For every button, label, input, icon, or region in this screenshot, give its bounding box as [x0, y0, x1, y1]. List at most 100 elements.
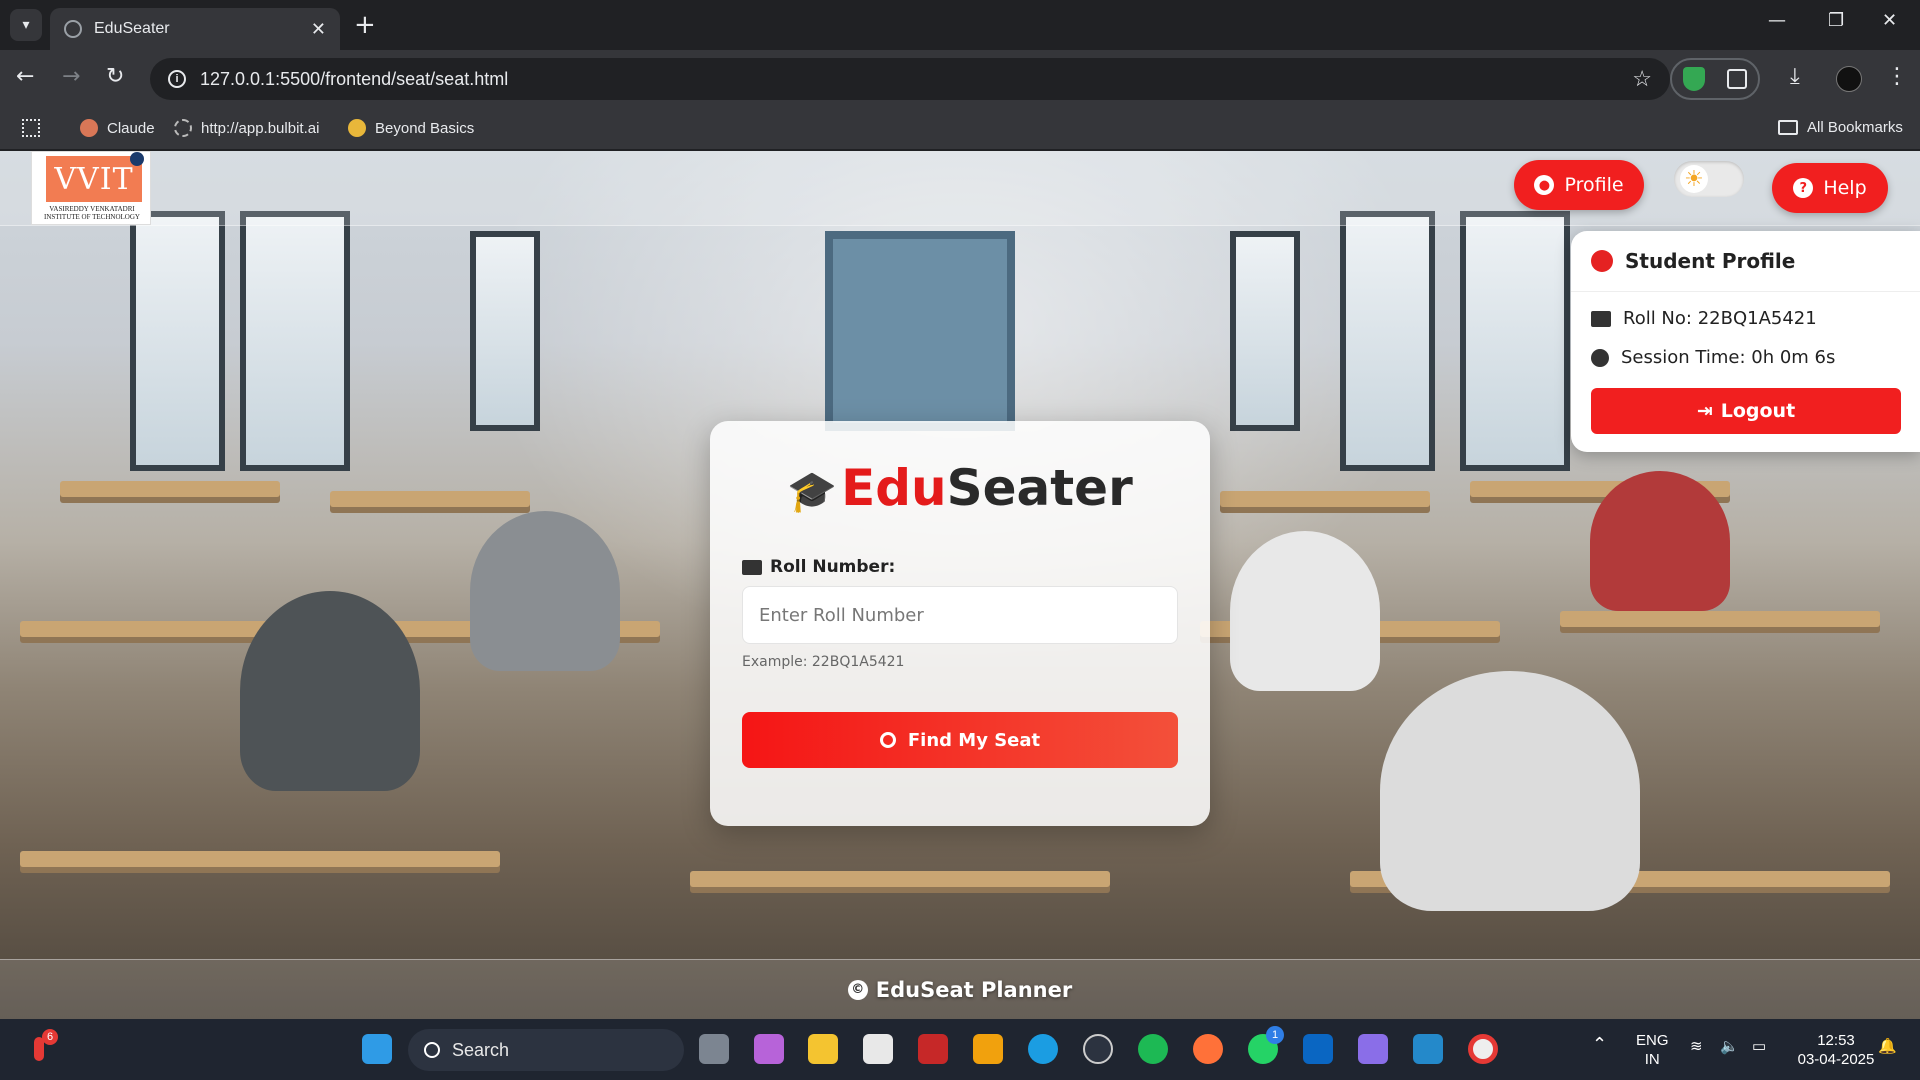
desk-image: [690, 871, 1110, 887]
find-my-seat-button[interactable]: Find My Seat: [742, 712, 1178, 768]
mcafee-icon[interactable]: [918, 1034, 948, 1064]
chevron-up-icon[interactable]: ⌃: [1592, 1035, 1607, 1054]
url-bar[interactable]: i 127.0.0.1:5500/frontend/seat/seat.html…: [150, 58, 1670, 100]
weather-icon[interactable]: 6: [28, 1029, 58, 1065]
download-icon[interactable]: ⤓: [1790, 64, 1800, 89]
roll-number-row: Roll No: 22BQ1A5421: [1591, 308, 1817, 329]
desk-image: [1560, 611, 1880, 627]
all-bookmarks-label: All Bookmarks: [1807, 119, 1903, 136]
volume-icon[interactable]: 🔈: [1720, 1037, 1739, 1056]
student-image: [1230, 531, 1380, 691]
apps-grid-icon[interactable]: [22, 119, 40, 137]
window-image: [1460, 211, 1570, 471]
roll-number-input[interactable]: [742, 586, 1178, 644]
wifi-icon[interactable]: ≋: [1690, 1037, 1703, 1056]
window-image: [130, 211, 225, 471]
copilot-icon[interactable]: [754, 1034, 784, 1064]
firefox-icon[interactable]: [1193, 1034, 1223, 1064]
bookmark-bulbit[interactable]: http://app.bulbit.ai: [174, 119, 319, 137]
roll-number-hint: Example: 22BQ1A5421: [742, 654, 905, 670]
logo-emblem-icon: [130, 152, 144, 166]
help-button-label: Help: [1823, 177, 1867, 199]
id-card-icon: [1591, 310, 1611, 327]
roll-number-label: Roll Number:: [742, 557, 895, 577]
desk-image: [20, 851, 500, 867]
dell-icon[interactable]: [1083, 1034, 1113, 1064]
file-explorer-icon[interactable]: [808, 1034, 838, 1064]
shield-extension-icon[interactable]: [1683, 67, 1705, 91]
whatsapp-icon[interactable]: 1: [1248, 1026, 1284, 1064]
classroom-door-image: [825, 231, 1015, 431]
browser-tab[interactable]: EduSeater ✕: [50, 8, 340, 50]
page-background: VVIT VASIREDDY VENKATADRI INSTITUTE OF T…: [0, 151, 1920, 1019]
student-image: [1380, 671, 1640, 911]
profile-button[interactable]: ● Profile: [1514, 160, 1644, 210]
logo-subtitle: VASIREDDY VENKATADRI INSTITUTE OF TECHNO…: [44, 205, 140, 221]
window-close-icon[interactable]: ✕: [1882, 10, 1897, 31]
folder-icon: [1778, 120, 1798, 135]
taskbar-search-label: Search: [452, 1039, 510, 1060]
notification-bell-icon[interactable]: 🔔: [1878, 1037, 1897, 1056]
all-bookmarks[interactable]: All Bookmarks: [1778, 119, 1903, 136]
find-my-seat-label: Find My Seat: [907, 729, 1041, 751]
search-icon: [424, 1042, 440, 1058]
address-bar-row: ← → ↻ i 127.0.0.1:5500/frontend/seat/sea…: [0, 50, 1920, 108]
language-indicator[interactable]: ENG IN: [1636, 1031, 1669, 1069]
time-text: 12:53: [1817, 1032, 1855, 1049]
bookmark-beyond-basics[interactable]: Beyond Basics: [348, 119, 474, 137]
browser-tab-bar: ▾ EduSeater ✕ + — ❐ ✕: [0, 0, 1920, 50]
new-tab-button[interactable]: +: [354, 10, 376, 40]
vvit-logo[interactable]: VVIT VASIREDDY VENKATADRI INSTITUTE OF T…: [31, 151, 151, 225]
student-image: [1590, 471, 1730, 611]
windows-start-icon[interactable]: [362, 1034, 392, 1064]
sun-icon: ☀: [1680, 165, 1708, 193]
clock[interactable]: 12:53 03-04-2025: [1786, 1031, 1886, 1069]
id-card-icon: [742, 559, 762, 575]
session-time-text: Session Time: 0h 0m 6s: [1621, 347, 1836, 368]
vscode-icon[interactable]: [1413, 1034, 1443, 1064]
session-time-row: Session Time: 0h 0m 6s: [1591, 347, 1835, 368]
help-button[interactable]: ? Help: [1772, 163, 1888, 213]
taskbar-search[interactable]: Search: [408, 1029, 684, 1071]
edge-icon[interactable]: [1028, 1034, 1058, 1064]
seat-finder-card: 🎓EduSeater Roll Number: Example: 22BQ1A5…: [710, 421, 1210, 826]
student-image: [240, 591, 420, 791]
badge-app-icon[interactable]: [973, 1034, 1003, 1064]
bookmarks-bar: Claude http://app.bulbit.ai Beyond Basic…: [0, 108, 1920, 150]
minimize-icon[interactable]: —: [1768, 10, 1786, 31]
restore-icon[interactable]: ❐: [1828, 10, 1844, 31]
logout-icon: ⇥: [1696, 400, 1713, 422]
menu-icon[interactable]: ⋮: [1886, 64, 1908, 89]
linkedin-icon[interactable]: [1303, 1034, 1333, 1064]
desk-image: [60, 481, 280, 497]
site-info-icon[interactable]: i: [168, 70, 186, 88]
logout-button[interactable]: ⇥ Logout: [1591, 388, 1901, 434]
clipchamp-icon[interactable]: [1358, 1034, 1388, 1064]
window-image: [470, 231, 540, 431]
task-view-icon[interactable]: [699, 1034, 729, 1064]
back-icon[interactable]: ←: [16, 64, 34, 89]
footer-text: EduSeat Planner: [875, 977, 1073, 1002]
divider: [1571, 291, 1920, 292]
theme-toggle[interactable]: ☀: [1674, 161, 1744, 197]
user-icon: ●: [1534, 175, 1555, 195]
store-icon[interactable]: [863, 1034, 893, 1064]
whatsapp-badge: 1: [1266, 1026, 1284, 1044]
weather-badge: 6: [42, 1029, 58, 1045]
forward-icon[interactable]: →: [62, 64, 80, 89]
spotify-icon[interactable]: [1138, 1034, 1168, 1064]
window-image: [1230, 231, 1300, 431]
extensions-icon[interactable]: [1727, 69, 1747, 89]
bookmark-star-icon[interactable]: ☆: [1632, 66, 1652, 92]
brand-title: 🎓EduSeater: [710, 459, 1210, 517]
taskbar: 6 Search 1 ⌃ ENG IN ≋ 🔈 ▭ 12:53 03-04-20…: [0, 1019, 1920, 1080]
graduation-cap-icon: 🎓: [787, 469, 838, 515]
language-top: ENG: [1636, 1032, 1669, 1049]
tab-search-button[interactable]: ▾: [10, 9, 42, 41]
bookmark-claude[interactable]: Claude: [80, 119, 155, 137]
close-tab-icon[interactable]: ✕: [311, 19, 326, 40]
reload-icon[interactable]: ↻: [106, 64, 124, 89]
chrome-icon[interactable]: [1468, 1034, 1498, 1064]
avatar[interactable]: [1836, 66, 1862, 92]
battery-icon[interactable]: ▭: [1752, 1037, 1766, 1056]
